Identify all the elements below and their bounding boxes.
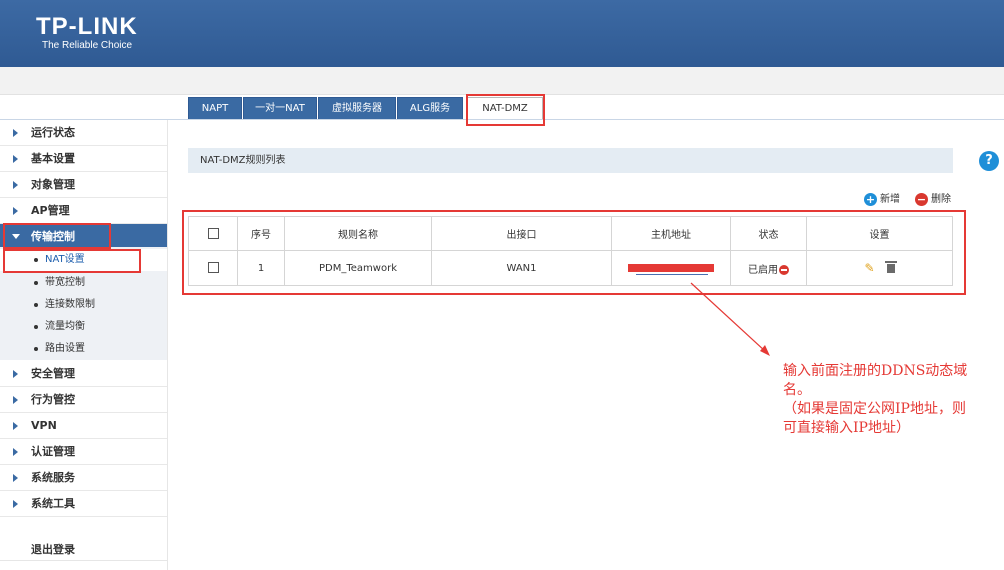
arrow-line	[690, 282, 767, 353]
annotation-line: 名。	[783, 382, 811, 398]
annotation-note: 输入前面注册的DDNS动态域 名。 （如果是固定公网IP地址，则 可直接输入IP…	[783, 362, 1001, 438]
annotation-line: （如果是固定公网IP地址，则	[783, 401, 966, 417]
annotation-arrow	[690, 282, 770, 356]
annotation-line: 可直接输入IP地址）	[783, 420, 910, 436]
arrow-head	[760, 345, 770, 356]
annotation-line: 输入前面注册的DDNS动态域	[783, 363, 968, 379]
